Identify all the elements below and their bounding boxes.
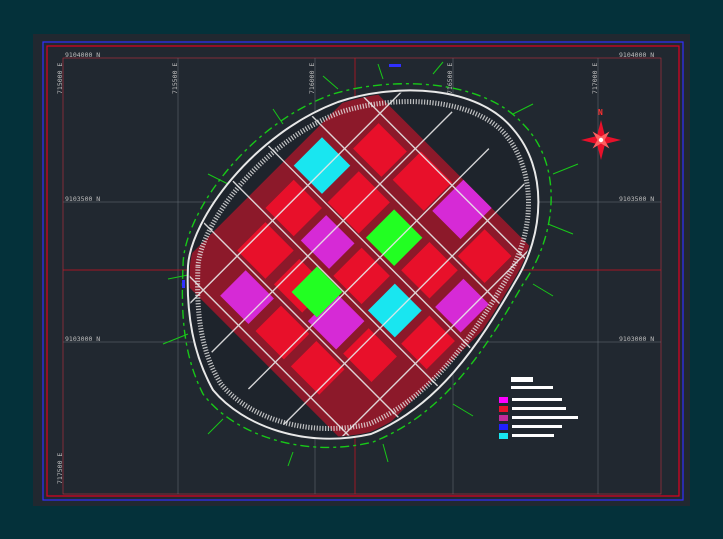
drawing-sheet: 9104000 N 9103500 N 9103000 N 9104000 N … xyxy=(33,34,690,506)
grid-label-north-right: 9104000 N xyxy=(619,51,655,59)
north-arrow-label: N xyxy=(598,108,603,117)
grid-label-north-left: 9103000 N xyxy=(65,335,101,343)
marker xyxy=(389,64,401,67)
legend-swatch xyxy=(499,433,508,439)
legend-swatch xyxy=(499,415,508,421)
legend-swatch xyxy=(499,406,508,412)
grid-label-east: 715500 E xyxy=(171,62,179,94)
legend xyxy=(499,377,578,439)
grid-label-east: 717000 E xyxy=(591,62,599,94)
grid-label-east: 716000 E xyxy=(308,62,316,94)
grid-label-east: 715000 E xyxy=(56,62,64,94)
legend-swatch xyxy=(499,397,508,403)
grid-label-east: 716500 E xyxy=(446,62,454,94)
legend-entry-bar xyxy=(512,398,562,401)
legend-entry-bar xyxy=(512,407,566,410)
grid-label-north-left: 9103500 N xyxy=(65,195,101,203)
legend-entry-bar xyxy=(512,425,562,428)
legend-entry-bar xyxy=(512,434,554,437)
city-map xyxy=(42,41,684,501)
north-arrow xyxy=(581,120,621,160)
grid-label-north-right: 9103500 N xyxy=(619,195,655,203)
marker xyxy=(182,280,185,288)
grid-label-north-right: 9103000 N xyxy=(619,335,655,343)
grid-label-north-left: 9104000 N xyxy=(65,51,101,59)
legend-entry-bar xyxy=(512,416,578,419)
grid-label-east: 717500 E xyxy=(56,452,64,484)
legend-swatch xyxy=(499,424,508,430)
